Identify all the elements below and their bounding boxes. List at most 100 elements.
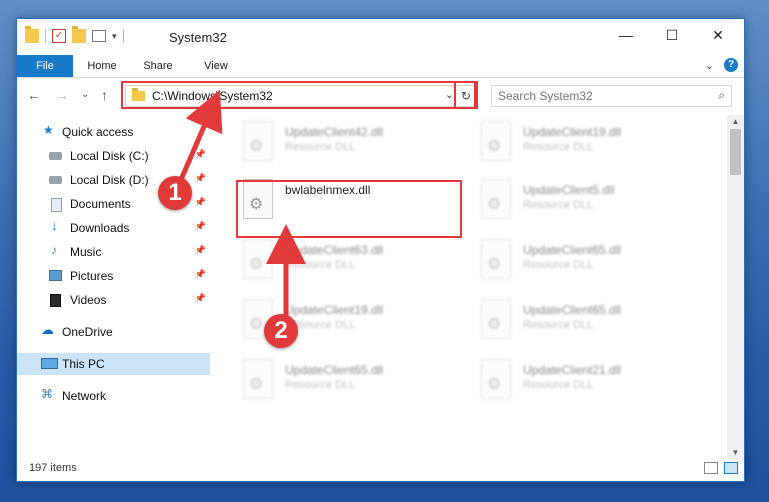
sidebar-item-label: Local Disk (C:) — [70, 149, 149, 163]
view-switcher — [704, 462, 738, 474]
file-name: UpdateClient42.dll — [285, 125, 384, 139]
file-name: UpdateClient5.dll — [523, 183, 615, 197]
vertical-scrollbar[interactable]: ▲ ▼ — [727, 115, 744, 459]
tab-home[interactable]: Home — [77, 55, 127, 77]
sidebar-item-label: This PC — [62, 357, 105, 371]
download-icon: ↓ — [51, 218, 58, 233]
scroll-up-icon[interactable]: ▲ — [727, 117, 744, 126]
step-badge-1: 1 — [158, 176, 192, 210]
toolbar-dropdown-icon[interactable]: ▾ — [112, 31, 117, 42]
sidebar-item-label: Music — [70, 245, 102, 259]
maximize-button[interactable]: ☐ — [649, 19, 695, 51]
file-name: UpdateClient65.dll — [285, 363, 384, 377]
forward-button[interactable]: → — [55, 87, 69, 103]
dll-file-icon: ⚙ — [481, 179, 511, 219]
ribbon-right-controls: ⌄ ? — [705, 58, 738, 72]
quick-access-toolbar: ✓ ▾ — [25, 26, 124, 43]
list-item[interactable]: ⚙ UpdateClient63.dll Resource DLL — [235, 237, 465, 293]
window-title: System32 — [169, 30, 227, 45]
pin-icon: 📌 — [194, 221, 206, 231]
tab-share[interactable]: Share — [133, 55, 183, 77]
sidebar-item-quick-access[interactable]: ★ Quick access — [17, 121, 210, 143]
recent-locations-button[interactable]: ⌄ — [81, 89, 89, 100]
list-item[interactable]: ⚙ UpdateClient42.dll Resource DLL — [235, 119, 465, 175]
status-bar: 197 items — [17, 457, 744, 481]
properties-icon[interactable]: ✓ — [52, 29, 66, 43]
address-highlight-box — [121, 81, 476, 109]
new-folder-icon[interactable] — [72, 26, 86, 43]
sidebar-item-this-pc[interactable]: This PC — [17, 353, 210, 375]
music-icon: ♪ — [51, 243, 57, 257]
pictures-icon — [49, 270, 62, 281]
folder-icon — [25, 26, 39, 43]
sidebar-item-onedrive[interactable]: ☁ OneDrive — [17, 321, 210, 343]
list-item[interactable]: ⚙ UpdateClient65.dll Resource DLL — [235, 357, 465, 413]
sidebar-item-label: Downloads — [70, 221, 130, 235]
sidebar-item-downloads[interactable]: ↓ Downloads 📌 — [17, 217, 210, 239]
dll-file-icon: ⚙ — [243, 359, 273, 399]
scroll-down-icon[interactable]: ▼ — [727, 448, 744, 457]
minimize-button[interactable]: — — [603, 19, 649, 51]
close-button[interactable]: ✕ — [695, 19, 741, 51]
dll-file-icon: ⚙ — [481, 121, 511, 161]
tab-view[interactable]: View — [191, 55, 241, 77]
up-button[interactable]: ↑ — [101, 87, 108, 103]
sidebar-item-label: Documents — [70, 197, 131, 211]
sidebar-item-local-disk-c[interactable]: Local Disk (C:) 📌 — [17, 145, 210, 167]
file-name: UpdateClient65.dll — [523, 303, 622, 317]
sidebar-item-videos[interactable]: Videos 📌 — [17, 289, 210, 311]
dll-file-icon: ⚙ — [481, 299, 511, 339]
sidebar-item-pictures[interactable]: Pictures 📌 — [17, 265, 210, 287]
search-input[interactable]: Search System32 ⌕ — [491, 85, 732, 107]
dll-file-icon: ⚙ — [243, 121, 273, 161]
help-icon[interactable]: ? — [724, 58, 738, 72]
sidebar-item-network[interactable]: ⌘ Network — [17, 385, 210, 407]
back-button[interactable]: ← — [27, 87, 41, 103]
item-count: 197 items — [29, 462, 77, 474]
star-icon: ★ — [43, 123, 54, 137]
file-name: UpdateClient21.dll — [523, 363, 622, 377]
sidebar-item-label: OneDrive — [62, 325, 113, 339]
search-icon: ⌕ — [718, 88, 725, 102]
pin-icon: 📌 — [194, 245, 206, 255]
file-list: ⚙ UpdateClient42.dll Resource DLL ⚙ Upda… — [213, 115, 725, 459]
dll-file-icon: ⚙ — [243, 239, 273, 279]
list-item[interactable]: ⚙ UpdateClient65.dll Resource DLL — [473, 297, 703, 353]
toolbar-divider — [45, 29, 46, 43]
file-type: Resource DLL — [285, 379, 356, 391]
list-item[interactable]: ⚙ UpdateClient19.dll Resource DLL — [473, 119, 703, 175]
scrollbar-thumb[interactable] — [730, 129, 741, 175]
file-name: UpdateClient19.dll — [523, 125, 622, 139]
disk-icon — [49, 176, 62, 184]
search-placeholder: Search System32 — [498, 89, 593, 103]
customize-toolbar-icon[interactable] — [92, 30, 106, 42]
pin-icon: 📌 — [194, 269, 206, 279]
ribbon-tabs: File Home Share View ⌄ ? — [17, 55, 744, 78]
file-explorer-window: ✓ ▾ System32 — ☐ ✕ File Home Share View … — [16, 18, 745, 482]
refresh-highlight-box — [454, 81, 478, 109]
file-type: Resource DLL — [523, 259, 594, 271]
step-badge-2: 2 — [264, 314, 298, 348]
cloud-icon: ☁ — [41, 322, 54, 337]
file-type: Resource DLL — [285, 259, 356, 271]
tab-file[interactable]: File — [17, 55, 73, 77]
pin-icon: 📌 — [194, 197, 206, 207]
disk-icon — [49, 152, 62, 160]
details-view-icon[interactable] — [704, 462, 718, 474]
title-bar: ✓ ▾ System32 — ☐ ✕ — [17, 19, 744, 55]
list-item[interactable]: ⚙ UpdateClient5.dll Resource DLL — [473, 177, 703, 233]
address-row: ← → ⌄ ↑ C:\Windows\System32 ⌄ ↻ Search S… — [17, 81, 744, 111]
pin-icon: 📌 — [194, 173, 206, 183]
file-type: Resource DLL — [285, 141, 356, 153]
pin-icon: 📌 — [194, 149, 206, 159]
pc-icon — [41, 358, 58, 369]
file-name: UpdateClient63.dll — [285, 243, 384, 257]
expand-ribbon-icon[interactable]: ⌄ — [705, 59, 714, 72]
sidebar-item-music[interactable]: ♪ Music 📌 — [17, 241, 210, 263]
sidebar-item-label: Pictures — [70, 269, 114, 283]
pin-icon: 📌 — [194, 293, 206, 303]
large-icons-view-icon[interactable] — [724, 462, 738, 474]
toolbar-divider — [122, 29, 124, 43]
list-item[interactable]: ⚙ UpdateClient65.dll Resource DLL — [473, 237, 703, 293]
list-item[interactable]: ⚙ UpdateClient21.dll Resource DLL — [473, 357, 703, 413]
